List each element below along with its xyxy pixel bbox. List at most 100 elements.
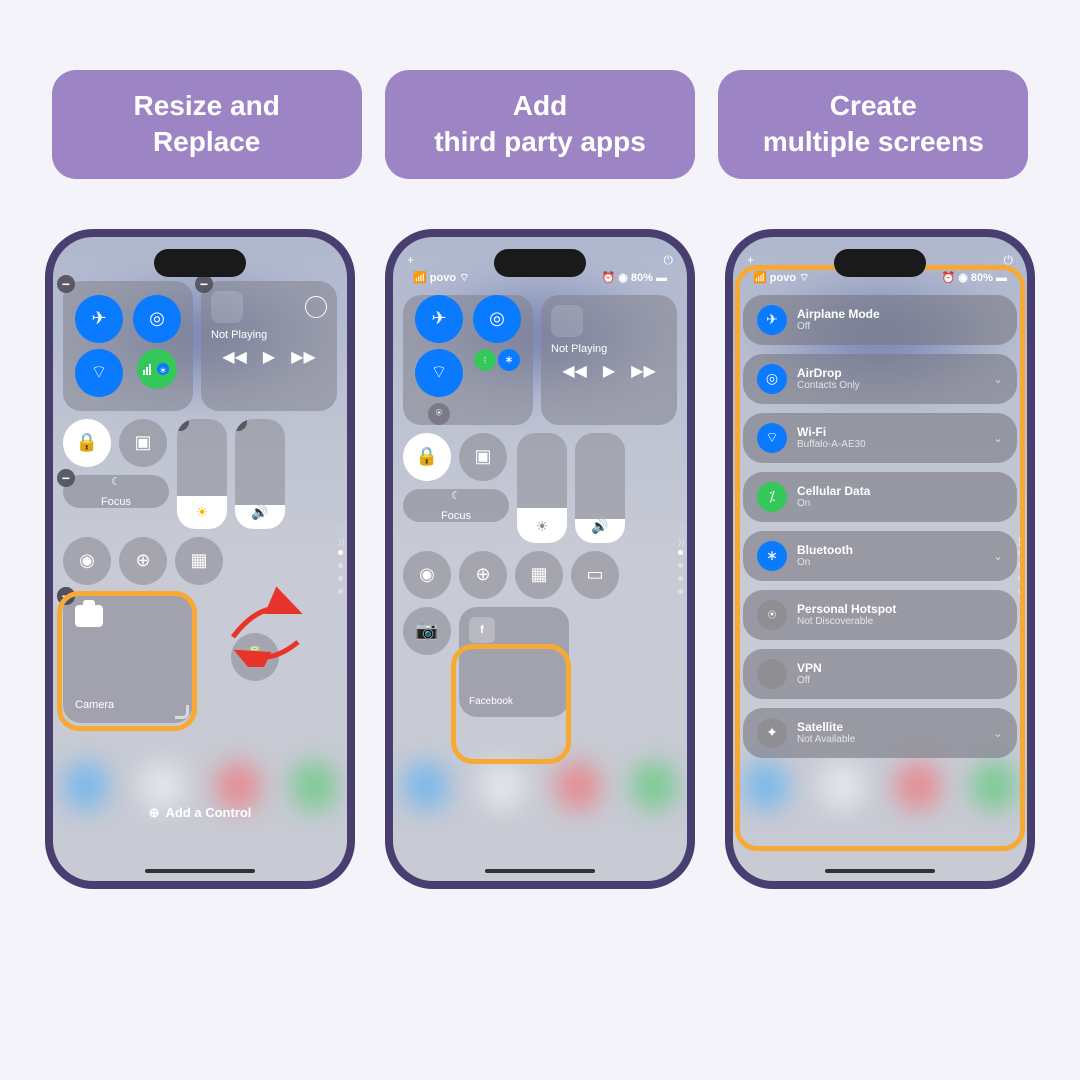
camera-icon[interactable]: 📷	[403, 607, 451, 655]
row-subtitle: Off	[797, 321, 1003, 332]
row-icon: ◎	[757, 364, 787, 394]
page-indicator: ♡ ⟩⟩	[1018, 524, 1023, 594]
media-status-label: Not Playing	[551, 343, 667, 355]
row-icon: ∗	[757, 541, 787, 571]
rotation-lock-icon[interactable]: 🔒	[403, 433, 451, 481]
plus-icon: ⊕	[149, 805, 160, 821]
brightness-slider[interactable]: ☀	[517, 433, 567, 543]
row-icon: ⍟	[757, 600, 787, 630]
row-subtitle: On	[797, 557, 983, 568]
resize-handle-icon[interactable]	[175, 705, 189, 719]
row-subtitle: Not Available	[797, 734, 983, 745]
play-icon[interactable]: ▶	[603, 361, 615, 381]
row-title: Airplane Mode	[797, 307, 1003, 321]
svg-text:∗: ∗	[159, 365, 167, 375]
status-left: 📶 povo ⌔	[753, 271, 809, 285]
heading-third-party: Add third party apps	[385, 70, 695, 179]
wifi-icon[interactable]: ⌔	[75, 349, 123, 397]
magnifier-icon[interactable]: ⊕	[459, 551, 507, 599]
connectivity-row-satellite[interactable]: ✦SatelliteNot Available⌄	[743, 708, 1017, 758]
brightness-slider[interactable]: −☀	[177, 419, 227, 529]
connectivity-tile[interactable]: ✈ ◎ ⌔ ⁞ ∗ ⍟	[403, 295, 533, 425]
focus-tile[interactable]: ☾ Focus	[403, 489, 509, 522]
moon-icon: ☾	[451, 489, 461, 502]
rewind-icon[interactable]: ◀◀	[222, 347, 247, 367]
page-indicator: ♡ ⟩⟩	[338, 524, 343, 594]
cellular-icon[interactable]: ⁞	[474, 349, 496, 371]
connectivity-tile[interactable]: − ✈ ◎ ⌔ ∗	[63, 281, 193, 411]
airplane-icon[interactable]: ✈	[415, 295, 463, 343]
connectivity-row-cellular-data[interactable]: ⁒Cellular DataOn	[743, 472, 1017, 522]
phone-mockup-1: − ✈ ◎ ⌔ ∗ − Not Playin	[45, 229, 355, 889]
low-power-icon[interactable]: −🔋	[231, 633, 279, 681]
row-title: Bluetooth	[797, 543, 983, 557]
row-title: AirDrop	[797, 366, 983, 380]
facebook-icon: f	[469, 617, 495, 643]
forward-icon[interactable]: ▶▶	[291, 347, 316, 367]
connectivity-row-wi-fi[interactable]: ⌔Wi-FiBuffalo-A-AE30⌄	[743, 413, 1017, 463]
add-control-button[interactable]: ⊕ Add a Control	[149, 805, 252, 821]
rotation-lock-icon[interactable]: −🔒	[63, 419, 111, 467]
camera-icon	[75, 605, 103, 627]
facebook-tile[interactable]: f Facebook	[459, 607, 569, 717]
moon-icon: ☾	[111, 475, 121, 488]
calculator-icon[interactable]: −▦	[175, 537, 223, 585]
row-title: VPN	[797, 661, 1003, 675]
chevron-updown-icon: ⌄	[993, 726, 1003, 740]
record-icon[interactable]: ◉	[403, 551, 451, 599]
media-status-label: Not Playing	[211, 329, 327, 341]
connectivity-row-bluetooth[interactable]: ∗ BluetoothOn ⌄	[743, 531, 1017, 581]
row-title: Wi-Fi	[797, 425, 983, 439]
connectivity-row-airdrop[interactable]: ◎ AirDropContacts Only ⌄	[743, 354, 1017, 404]
media-tile[interactable]: − Not Playing ◀◀ ▶ ▶▶	[201, 281, 337, 411]
row-subtitle: Buffalo-A-AE30	[797, 439, 983, 450]
rewind-icon[interactable]: ◀◀	[562, 361, 587, 381]
remove-badge-icon[interactable]: −	[57, 275, 75, 293]
magnifier-icon[interactable]: −⊕	[119, 537, 167, 585]
hotspot-icon[interactable]: ⍟	[428, 403, 450, 425]
dynamic-island	[154, 249, 246, 277]
remove-badge-icon[interactable]: −	[195, 275, 213, 293]
row-title: Satellite	[797, 720, 983, 734]
screen-mirror-icon[interactable]: ▣	[459, 433, 507, 481]
row-title: Personal Hotspot	[797, 602, 1003, 616]
play-icon[interactable]: ▶	[263, 347, 275, 367]
status-right: ⏰ ◉ 80% ▬	[941, 271, 1007, 285]
heading-resize-replace: Resize and Replace	[52, 70, 362, 179]
page-indicator: ♡ ⟩⟩	[678, 524, 683, 594]
forward-icon[interactable]: ▶▶	[631, 361, 656, 381]
row-icon: ✈	[757, 305, 787, 335]
phone-mockup-3: + ⏻ 📶 povo ⌔ ⏰ ◉ 80% ▬ ✈Airplane ModeOff…	[725, 229, 1035, 889]
calculator-icon[interactable]: ▦	[515, 551, 563, 599]
status-right: ⏰ ◉ 80% ▬	[601, 271, 667, 285]
cellular-bluetooth-icon[interactable]: ∗	[137, 349, 177, 389]
row-icon: ⌔	[757, 423, 787, 453]
phone-mockup-2: + ⏻ 📶 povo ⌔ ⏰ ◉ 80% ▬ ✈ ◎ ⌔ ⁞ ∗	[385, 229, 695, 889]
bluetooth-icon[interactable]: ∗	[498, 349, 520, 371]
row-subtitle: Contacts Only	[797, 380, 983, 391]
airplane-icon[interactable]: ✈	[75, 295, 123, 343]
connectivity-row-vpn[interactable]: VPNOff	[743, 649, 1017, 699]
airplay-icon[interactable]	[305, 296, 327, 318]
connectivity-row-airplane-mode[interactable]: ✈ Airplane ModeOff	[743, 295, 1017, 345]
volume-slider[interactable]: −🔊	[235, 419, 285, 529]
airdrop-icon[interactable]: ◎	[133, 295, 181, 343]
dynamic-island	[494, 249, 586, 277]
status-left: 📶 povo ⌔	[413, 271, 469, 285]
record-icon[interactable]: −◉	[63, 537, 111, 585]
camera-tile[interactable]: − Camera	[63, 593, 193, 723]
chevron-updown-icon: ⌄	[993, 372, 1003, 386]
row-subtitle: Not Discoverable	[797, 616, 1003, 627]
volume-slider[interactable]: 🔊	[575, 433, 625, 543]
media-tile[interactable]: Not Playing ◀◀ ▶ ▶▶	[541, 295, 677, 425]
row-icon	[757, 659, 787, 689]
battery-icon[interactable]: ▭	[571, 551, 619, 599]
wifi-icon[interactable]: ⌔	[415, 349, 463, 397]
airdrop-icon[interactable]: ◎	[473, 295, 521, 343]
screen-mirror-icon[interactable]: −▣	[119, 419, 167, 467]
chevron-updown-icon: ⌄	[993, 549, 1003, 563]
row-icon: ⁒	[757, 482, 787, 512]
heading-multiple-screens: Create multiple screens	[718, 70, 1028, 179]
connectivity-row-personal-hotspot[interactable]: ⍟ Personal HotspotNot Discoverable	[743, 590, 1017, 640]
focus-tile[interactable]: − ☾ Focus	[63, 475, 169, 508]
